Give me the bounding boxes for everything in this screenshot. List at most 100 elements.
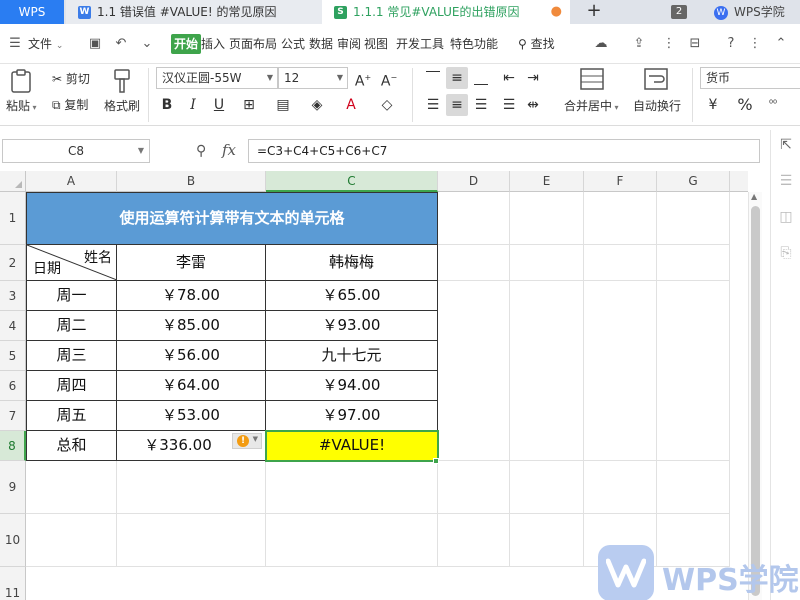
tab-special[interactable]: 特色功能	[450, 34, 498, 54]
file-menu[interactable]: 文件 ⌄	[28, 34, 63, 54]
overflow-menu-icon[interactable]: ⋮	[746, 34, 764, 54]
underline-button[interactable]: U	[208, 94, 230, 116]
align-top-icon[interactable]: ⎺	[422, 67, 444, 89]
day-cell[interactable]: 周五	[26, 401, 117, 431]
cell-style-icon[interactable]: ▤	[272, 94, 294, 116]
grid-cell[interactable]	[584, 245, 657, 281]
day-cell[interactable]: 周三	[26, 341, 117, 371]
undo-icon[interactable]: ↶	[112, 34, 130, 54]
grid-cell[interactable]	[510, 192, 584, 245]
align-center-icon[interactable]: ≡	[446, 94, 468, 116]
row-header-5[interactable]: 5	[0, 341, 26, 371]
grid-cell[interactable]	[438, 281, 510, 461]
merge-center-button[interactable]	[580, 68, 604, 92]
save-icon[interactable]: ▣	[86, 34, 104, 54]
grid-cell[interactable]	[584, 192, 657, 245]
collapse-ribbon-icon[interactable]: ⌃	[772, 34, 790, 54]
clear-format-icon[interactable]: ◇	[376, 94, 398, 116]
column-header-h[interactable]	[730, 171, 748, 192]
fill-handle[interactable]	[433, 458, 439, 464]
table-title-cell[interactable]: 使用运算符计算带有文本的单元格	[26, 192, 438, 245]
row-header-10[interactable]: 10	[0, 514, 26, 567]
scroll-up-icon[interactable]: ▲	[751, 192, 757, 201]
value-cell-c[interactable]: ￥97.00	[266, 401, 438, 431]
share-icon[interactable]: ⇪	[630, 34, 648, 54]
value-cell-b[interactable]: ￥56.00	[117, 341, 266, 371]
indent-decrease-icon[interactable]: ⇤	[498, 67, 520, 89]
more-icon[interactable]: ⋮	[660, 34, 678, 54]
grid-cell[interactable]	[510, 281, 584, 461]
value-cell-b[interactable]: ￥85.00	[117, 311, 266, 341]
format-painter-label[interactable]: 格式刷	[104, 97, 140, 114]
cursor-select-icon[interactable]: ⇱	[777, 136, 795, 154]
cut-button[interactable]: ✂ 剪切	[52, 70, 90, 87]
day-cell[interactable]: 周二	[26, 311, 117, 341]
grid-cell[interactable]	[266, 461, 438, 514]
tab-view[interactable]: 视图	[364, 34, 388, 54]
value-cell-b[interactable]: ￥64.00	[117, 371, 266, 401]
column-header-e[interactable]: E	[510, 171, 584, 192]
tab-document-1[interactable]: W 1.1 错误值 #VALUE! 的常见原因	[66, 0, 322, 24]
grid-cell[interactable]	[117, 461, 266, 514]
name-box[interactable]: C8 ▼	[2, 139, 150, 163]
paste-button[interactable]	[8, 68, 34, 94]
column-header-d[interactable]: D	[438, 171, 510, 192]
italic-button[interactable]: I	[182, 94, 204, 116]
currency-icon[interactable]: ¥	[702, 94, 724, 116]
column-header-c[interactable]: C	[266, 171, 438, 192]
hamburger-menu-icon[interactable]: ☰	[6, 34, 24, 54]
value-cell-b[interactable]: ￥53.00	[117, 401, 266, 431]
grid-cell[interactable]	[657, 461, 730, 514]
row-header-4[interactable]: 4	[0, 311, 26, 341]
format-panel-icon[interactable]: ◫	[777, 208, 795, 226]
number-format-select[interactable]: 货币	[700, 67, 800, 89]
column-header-f[interactable]: F	[584, 171, 657, 192]
tab-page-layout[interactable]: 页面布局	[229, 34, 277, 54]
home-tab[interactable]: WPS	[0, 0, 64, 24]
error-check-button[interactable]: ! ▼	[232, 433, 262, 449]
decrease-font-icon[interactable]: A−	[378, 67, 400, 90]
align-bottom-icon[interactable]: ⎽	[470, 67, 492, 89]
value-cell-c[interactable]: ￥94.00	[266, 371, 438, 401]
grid-cell[interactable]	[657, 245, 730, 281]
window-count-badge[interactable]: 2	[671, 5, 687, 19]
row-header-3[interactable]: 3	[0, 281, 26, 311]
grid-cell[interactable]	[438, 461, 510, 514]
total-label-cell[interactable]: 总和	[26, 431, 117, 461]
tab-insert[interactable]: 插入	[201, 34, 225, 54]
font-name-select[interactable]: 汉仪正圆-55W ▼	[156, 67, 278, 89]
day-cell[interactable]: 周一	[26, 281, 117, 311]
new-tab-button[interactable]: +	[582, 0, 606, 24]
zoom-icon[interactable]: ⚲	[196, 143, 206, 159]
align-left-icon[interactable]: ☰	[422, 94, 444, 116]
column-header-b[interactable]: B	[117, 171, 266, 192]
grid-cell[interactable]	[266, 514, 438, 567]
grid-cell[interactable]	[510, 514, 584, 567]
tab-formulas[interactable]: 公式	[281, 34, 305, 54]
bold-button[interactable]: B	[156, 94, 178, 116]
header-person-c[interactable]: 韩梅梅	[266, 245, 438, 281]
row-header-8[interactable]: 8	[0, 431, 26, 461]
total-cell-c-error[interactable]: #VALUE!	[265, 430, 439, 462]
tab-developer[interactable]: 开发工具	[396, 34, 444, 54]
grid-cell[interactable]	[657, 192, 730, 245]
indent-increase-icon[interactable]: ⇥	[522, 67, 544, 89]
tab-data[interactable]: 数据	[309, 34, 333, 54]
value-cell-c[interactable]: ￥93.00	[266, 311, 438, 341]
grid-cell[interactable]	[438, 192, 510, 245]
grid-cell[interactable]	[438, 245, 510, 281]
cloud-sync-icon[interactable]: ☁	[592, 34, 610, 54]
row-header-2[interactable]: 2	[0, 245, 26, 281]
header-person-b[interactable]: 李雷	[117, 245, 266, 281]
font-size-select[interactable]: 12 ▼	[278, 67, 348, 89]
academy-link[interactable]: W WPS学院	[714, 0, 785, 24]
value-cell-c[interactable]: 九十七元	[266, 341, 438, 371]
row-header-1[interactable]: 1	[0, 192, 26, 245]
value-cell-c[interactable]: ￥65.00	[266, 281, 438, 311]
grid-cell[interactable]	[26, 461, 117, 514]
row-header-9[interactable]: 9	[0, 461, 26, 514]
row-header-7[interactable]: 7	[0, 401, 26, 431]
percent-button[interactable]: %	[734, 94, 756, 116]
search-command[interactable]: ⚲ 查找	[518, 34, 555, 54]
grid-cell[interactable]	[584, 461, 657, 514]
